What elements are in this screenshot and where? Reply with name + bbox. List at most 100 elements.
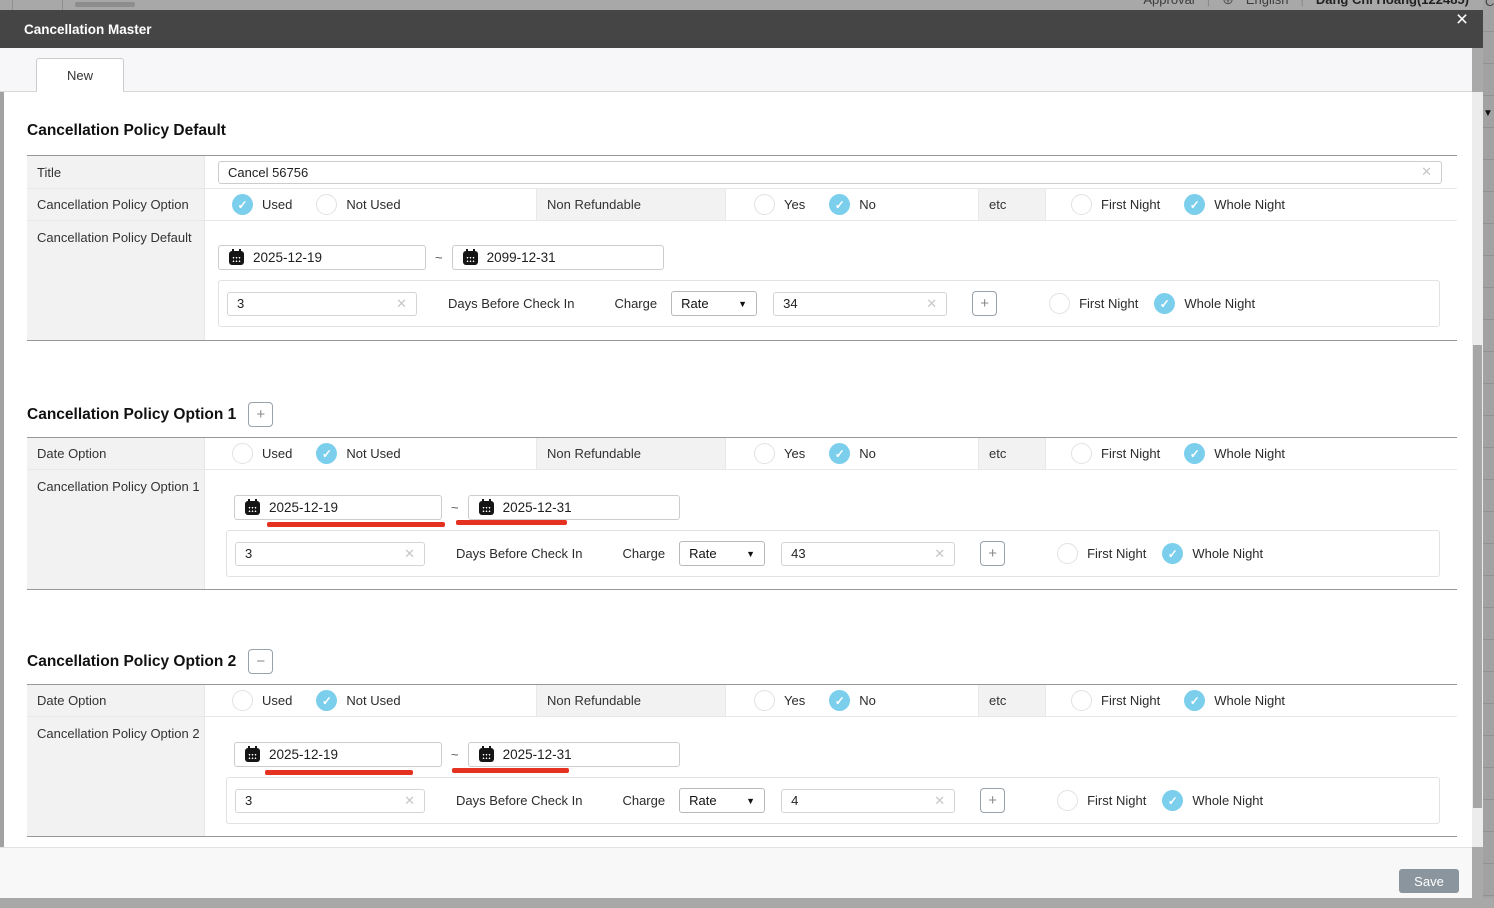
radio-label: Not Used (346, 693, 401, 708)
radio-label: Whole Night (1214, 197, 1286, 212)
title-input[interactable]: Cancel 56756 ✕ (218, 160, 1442, 184)
date-separator: ~ (435, 250, 443, 265)
close-icon[interactable]: × (1451, 8, 1473, 31)
rate-select[interactable]: Rate ▼ (679, 788, 766, 813)
radio-first-night[interactable] (1049, 293, 1071, 314)
radio-used[interactable] (232, 690, 253, 711)
amount-input[interactable]: 34 ✕ (773, 291, 948, 316)
date-from-input[interactable]: 2025-12-19 (234, 495, 442, 520)
amount-value: 4 (791, 793, 799, 808)
radio-label: Used (262, 693, 293, 708)
radio-not-used[interactable]: ✓ (316, 443, 338, 464)
annotation-underline (265, 770, 413, 775)
radio-first-night[interactable] (1071, 443, 1092, 464)
radio-first-night[interactable] (1071, 690, 1092, 711)
radio-no[interactable]: ✓ (829, 690, 851, 711)
date-to-input[interactable]: 2025-12-31 (467, 495, 680, 520)
rate-select[interactable]: Rate ▼ (679, 541, 766, 566)
radio-label: First Night (1101, 446, 1161, 461)
radio-no[interactable]: ✓ (829, 194, 851, 215)
radio-whole-night[interactable]: ✓ (1154, 293, 1176, 314)
row-label: Cancellation Policy Option 1 (27, 470, 205, 589)
clear-icon[interactable]: ✕ (1421, 164, 1432, 180)
row-label: Cancellation Policy Option 2 (27, 717, 205, 836)
tab-new[interactable]: New (36, 58, 124, 92)
radio-first-night[interactable] (1057, 543, 1079, 564)
add-rule-button[interactable]: + (980, 541, 1006, 566)
caret-down-icon: ▼ (738, 298, 748, 309)
radio-not-used[interactable]: ✓ (316, 690, 338, 711)
clear-icon[interactable]: ✕ (934, 793, 945, 809)
clear-icon[interactable]: ✕ (404, 546, 415, 562)
amount-input[interactable]: 4 ✕ (781, 788, 956, 813)
non-refundable-label: Non Refundable (536, 189, 726, 220)
radio-yes[interactable] (754, 690, 775, 711)
tab-strip: New (0, 48, 1472, 92)
check-icon: ✓ (1167, 546, 1178, 561)
clipped-text: C (1485, 0, 1494, 9)
add-rule-button[interactable]: + (980, 788, 1006, 813)
days-input[interactable]: 3 ✕ (235, 541, 425, 566)
charge-label: Charge (622, 546, 666, 561)
caret-down-icon: ▼ (746, 548, 756, 559)
separator: | (1300, 0, 1303, 7)
section-heading-option2: Cancellation Policy Option 2 − (27, 649, 274, 674)
calendar-icon (478, 498, 494, 515)
radio-label: First Night (1079, 296, 1139, 311)
clear-icon[interactable]: ✕ (926, 296, 937, 312)
radio-label: Whole Night (1214, 446, 1286, 461)
add-rule-button[interactable]: + (972, 291, 998, 316)
row-label: Date Option (27, 685, 205, 716)
days-before-label: Days Before Check In (456, 546, 583, 561)
language-link: English (1246, 0, 1289, 7)
radio-label: Not Used (346, 446, 401, 461)
radio-used[interactable]: ✓ (232, 194, 253, 215)
divider (62, 0, 63, 10)
days-input[interactable]: 3 ✕ (235, 788, 425, 813)
charge-label: Charge (614, 296, 658, 311)
section-title: Cancellation Policy Default (27, 122, 226, 139)
radio-used[interactable] (232, 443, 253, 464)
date-from-input[interactable]: 2025-12-19 (234, 742, 442, 767)
add-section-button[interactable]: + (248, 402, 274, 427)
radio-whole-night[interactable]: ✓ (1184, 690, 1206, 711)
days-input[interactable]: 3 ✕ (227, 291, 417, 316)
date-value: 2025-12-19 (269, 500, 339, 515)
background-topbar-text: Approval | ⊕ English | Dang Chi Hoang(12… (1143, 0, 1469, 8)
annotation-underline (456, 520, 567, 525)
charge-rule-box: 3 ✕ Days Before Check In Charge Rate ▼ 4… (226, 777, 1440, 824)
remove-section-button[interactable]: − (248, 649, 274, 674)
radio-yes[interactable] (754, 443, 775, 464)
title-value: Cancel 56756 (228, 164, 309, 180)
non-refundable-label: Non Refundable (536, 685, 726, 716)
date-value: 2025-12-19 (253, 250, 323, 265)
scrollbar-thumb[interactable] (1473, 345, 1482, 808)
date-value: 2025-12-31 (502, 747, 572, 762)
rate-select[interactable]: Rate ▼ (671, 291, 758, 316)
save-button[interactable]: Save (1399, 869, 1459, 893)
radio-first-night[interactable] (1071, 194, 1092, 215)
radio-whole-night[interactable]: ✓ (1162, 790, 1184, 811)
etc-label: etc (978, 438, 1046, 469)
charge-rule-box: 3 ✕ Days Before Check In Charge Rate ▼ 3… (218, 280, 1440, 327)
radio-first-night[interactable] (1057, 790, 1079, 811)
clear-icon[interactable]: ✕ (934, 546, 945, 562)
radio-yes[interactable] (754, 194, 775, 215)
amount-input[interactable]: 43 ✕ (781, 541, 956, 566)
days-value: 3 (245, 793, 253, 808)
date-separator: ~ (451, 747, 459, 762)
clear-icon[interactable]: ✕ (404, 793, 415, 809)
table-option2: Date Option Used ✓ Not Used Non Refundab… (27, 684, 1457, 837)
date-from-input[interactable]: 2025-12-19 (218, 245, 426, 270)
radio-label: Whole Night (1214, 693, 1286, 708)
etc-label: etc (978, 685, 1046, 716)
clear-icon[interactable]: ✕ (396, 296, 407, 312)
date-to-input[interactable]: 2099-12-31 (451, 245, 664, 270)
date-to-input[interactable]: 2025-12-31 (467, 742, 680, 767)
radio-whole-night[interactable]: ✓ (1184, 443, 1206, 464)
radio-not-used[interactable] (316, 194, 338, 215)
radio-no[interactable]: ✓ (829, 443, 851, 464)
date-value: 2099-12-31 (486, 250, 556, 265)
radio-whole-night[interactable]: ✓ (1162, 543, 1184, 564)
radio-whole-night[interactable]: ✓ (1184, 194, 1206, 215)
